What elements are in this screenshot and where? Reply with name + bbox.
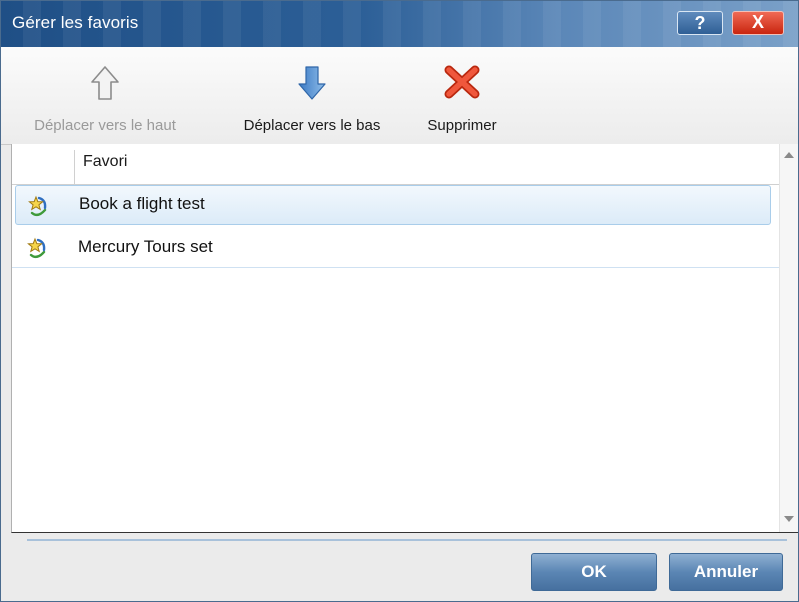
grid-header: Favori: [12, 144, 780, 185]
column-separator: [74, 150, 75, 184]
scroll-up-arrow-icon[interactable]: [784, 152, 794, 158]
title-bar: Gérer les favoris ? X: [1, 1, 798, 47]
column-header-favori[interactable]: Favori: [83, 153, 127, 171]
dialog-title: Gérer les favoris: [12, 13, 139, 32]
delete-x-icon: [444, 65, 480, 104]
move-up-label: Déplacer vers le haut: [34, 117, 176, 134]
scroll-down-arrow-icon[interactable]: [784, 516, 794, 522]
delete-label: Supprimer: [427, 117, 497, 134]
help-button[interactable]: ?: [677, 11, 723, 35]
list-item[interactable]: Mercury Tours set: [12, 228, 780, 268]
move-down-button[interactable]: Déplacer vers le bas: [217, 47, 407, 144]
footer-divider: [27, 539, 787, 541]
move-up-button[interactable]: Déplacer vers le haut: [5, 47, 205, 144]
vertical-scrollbar[interactable]: [779, 144, 798, 532]
toolbar: Déplacer vers le haut Déplacer vers le b…: [1, 47, 798, 145]
favorite-label: Mercury Tours set: [78, 237, 213, 256]
favorites-grid: Favori Book a flight test Mercury Tours …: [11, 144, 798, 533]
arrow-down-icon: [297, 65, 327, 106]
arrow-up-icon: [90, 65, 120, 106]
manage-favorites-dialog: Gérer les favoris ? X Déplacer vers le h…: [0, 0, 799, 602]
favorite-star-icon: [26, 237, 48, 264]
cancel-button[interactable]: Annuler: [669, 553, 783, 591]
ok-button[interactable]: OK: [531, 553, 657, 591]
list-item[interactable]: Book a flight test: [15, 185, 771, 225]
close-button[interactable]: X: [732, 11, 784, 35]
delete-button[interactable]: Supprimer: [410, 47, 514, 144]
favorite-label: Book a flight test: [79, 194, 205, 213]
favorite-star-icon: [27, 195, 49, 222]
move-down-label: Déplacer vers le bas: [243, 117, 381, 134]
